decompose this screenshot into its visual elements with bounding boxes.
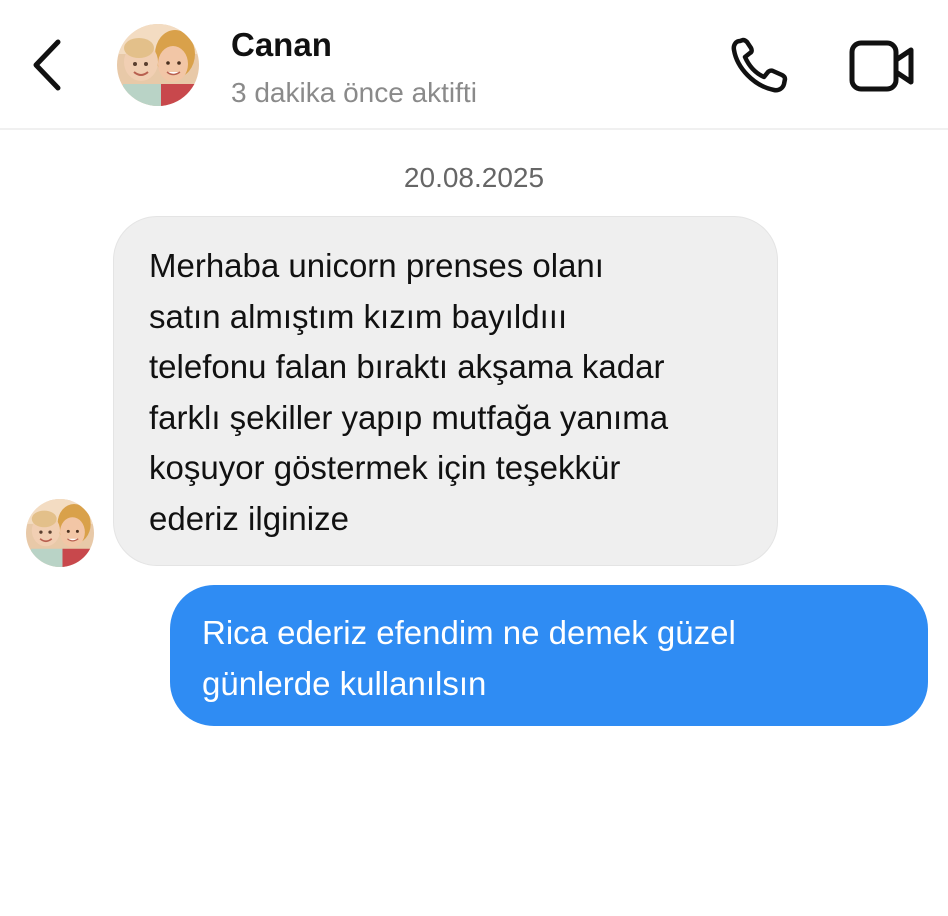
audio-call-button[interactable] xyxy=(728,36,790,96)
incoming-message[interactable]: Merhaba unicorn prenses olanı satın almı… xyxy=(113,216,778,566)
outgoing-message[interactable]: Rica ederiz efendim ne demek güzel günle… xyxy=(170,585,928,726)
sender-avatar[interactable] xyxy=(26,499,94,567)
video-call-button[interactable] xyxy=(848,38,916,94)
video-camera-icon xyxy=(849,40,914,92)
back-button[interactable] xyxy=(26,36,70,94)
contact-name[interactable]: Canan xyxy=(231,26,332,64)
chevron-left-icon xyxy=(33,39,61,91)
active-status: 3 dakika önce aktifti xyxy=(231,77,477,108)
phone-icon xyxy=(731,37,788,93)
date-separator: 20.08.2025 xyxy=(403,162,545,193)
chat-header: Canan 3 dakika önce aktifti xyxy=(0,0,948,130)
avatar[interactable] xyxy=(117,24,199,106)
